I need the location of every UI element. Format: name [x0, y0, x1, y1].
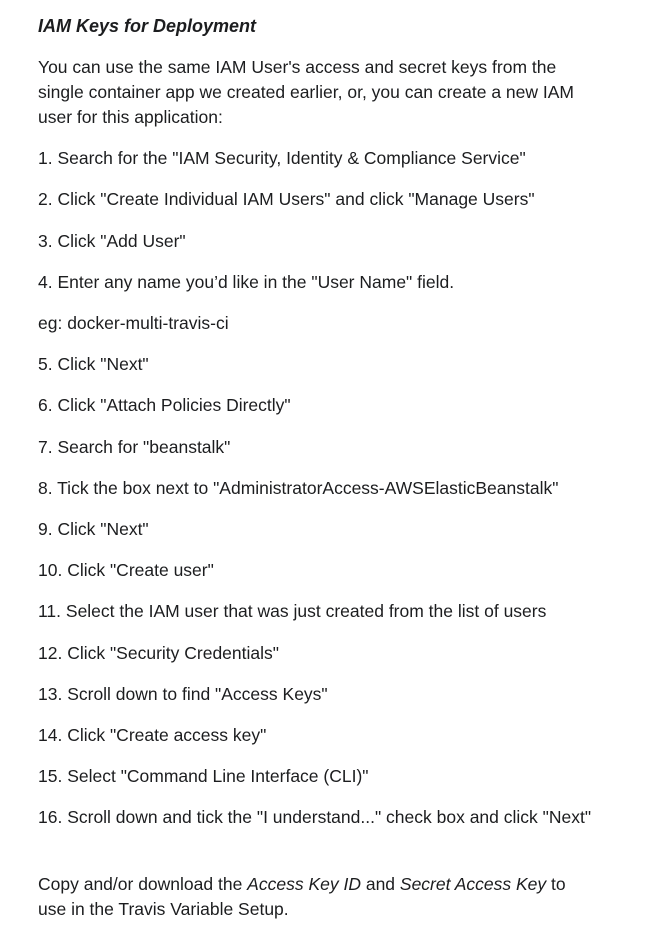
footer-prefix: Copy and/or download the — [38, 874, 248, 894]
step-item: 3. Click "Add User" — [38, 231, 186, 251]
intro-paragraph: You can use the same IAM User's access a… — [38, 57, 574, 127]
step-item: 4. Enter any name you’d like in the "Use… — [38, 272, 455, 292]
step-item: 6. Click "Attach Policies Directly" — [38, 395, 291, 415]
step-item: 11. Select the IAM user that was just cr… — [38, 601, 547, 621]
step-item: 9. Click "Next" — [38, 519, 149, 539]
step-item: 1. Search for the "IAM Security, Identit… — [38, 148, 526, 168]
step-item: 2. Click "Create Individual IAM Users" a… — [38, 189, 535, 209]
section-heading: IAM Keys for Deployment — [38, 16, 257, 36]
step-item: 8. Tick the box next to "AdministratorAc… — [38, 478, 559, 498]
step-item: 16. Scroll down and tick the "I understa… — [38, 807, 592, 827]
step-item: 15. Select "Command Line Interface (CLI)… — [38, 766, 369, 786]
step-item: 14. Click "Create access key" — [38, 725, 267, 745]
example-note: eg: docker-multi-travis-ci — [38, 313, 229, 333]
step-item: 7. Search for "beanstalk" — [38, 437, 231, 457]
secret-access-key-term: Secret Access Key — [399, 874, 547, 894]
access-key-id-term: Access Key ID — [247, 874, 361, 894]
step-item: 13. Scroll down to find "Access Keys" — [38, 684, 328, 704]
step-item: 10. Click "Create user" — [38, 560, 214, 580]
footer-middle: and — [360, 874, 400, 894]
footer-paragraph: Copy and/or download the Access Key ID a… — [38, 872, 598, 922]
step-item: 5. Click "Next" — [38, 354, 149, 374]
step-item: 12. Click "Security Credentials" — [38, 643, 279, 663]
